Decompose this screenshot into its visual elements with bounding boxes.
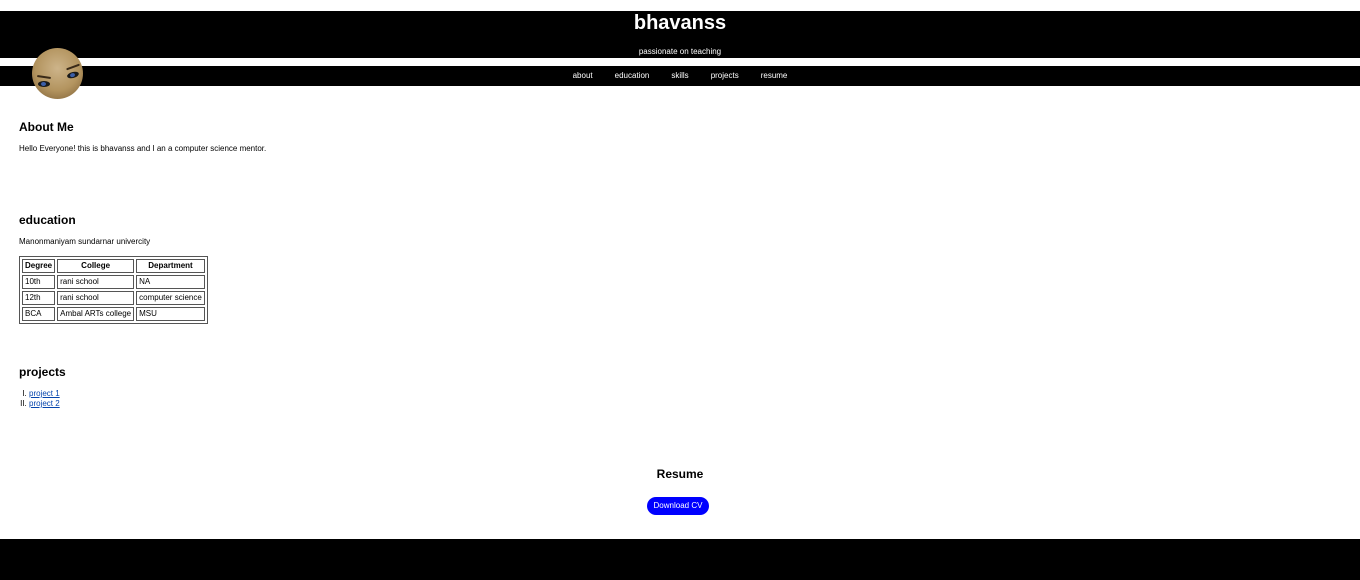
about-text: Hello Everyone! this is bhavanss and I a… bbox=[19, 144, 267, 153]
table-cell: NA bbox=[136, 275, 205, 289]
site-header: bhavanss passionate on teaching bbox=[0, 11, 1360, 58]
nav-link-education[interactable]: education bbox=[615, 66, 650, 86]
project-2-link[interactable]: project 2 bbox=[29, 399, 60, 408]
list-item: project 1 bbox=[29, 389, 60, 399]
table-header-degree: Degree bbox=[22, 259, 56, 273]
table-header-college: College bbox=[57, 259, 135, 273]
avatar-brow-left bbox=[36, 75, 52, 79]
site-title: bhavanss bbox=[633, 12, 727, 34]
navbar: about education skills projects resume bbox=[0, 66, 1360, 86]
table-cell: 12th bbox=[22, 291, 56, 305]
table-header-department: Department bbox=[136, 259, 205, 273]
table-cell: Ambal ARTs college bbox=[57, 307, 135, 321]
table-header-row: Degree College Department bbox=[22, 259, 205, 273]
list-item: project 2 bbox=[29, 399, 60, 409]
projects-heading: projects bbox=[19, 365, 66, 379]
table-cell: rani school bbox=[57, 275, 135, 289]
download-cv-button[interactable]: Download CV bbox=[647, 497, 709, 515]
table-cell: rani school bbox=[57, 291, 135, 305]
avatar-eye-left bbox=[38, 81, 50, 87]
education-heading: education bbox=[19, 213, 76, 227]
university-name: Manonmaniyam sundarnar univercity bbox=[19, 237, 151, 246]
project-1-link[interactable]: project 1 bbox=[29, 389, 60, 398]
table-cell: BCA bbox=[22, 307, 56, 321]
table-row: 12th rani school computer science bbox=[22, 291, 205, 305]
projects-list: project 1 project 2 bbox=[19, 389, 60, 409]
table-cell: computer science bbox=[136, 291, 205, 305]
table-row: BCA Ambal ARTs college MSU bbox=[22, 307, 205, 321]
table-cell: MSU bbox=[136, 307, 205, 321]
education-table: Degree College Department 10th rani scho… bbox=[19, 256, 208, 324]
nav-link-about[interactable]: about bbox=[573, 66, 593, 86]
table-cell: 10th bbox=[22, 275, 56, 289]
footer bbox=[0, 539, 1360, 580]
nav-link-skills[interactable]: skills bbox=[671, 66, 688, 86]
nav-link-resume[interactable]: resume bbox=[761, 66, 788, 86]
about-heading: About Me bbox=[19, 120, 74, 134]
nav-links: about education skills projects resume bbox=[0, 66, 1360, 86]
nav-link-projects[interactable]: projects bbox=[711, 66, 739, 86]
avatar-brow-right bbox=[66, 63, 80, 71]
avatar bbox=[32, 48, 83, 99]
site-tagline: passionate on teaching bbox=[638, 47, 722, 56]
resume-heading: Resume bbox=[656, 467, 704, 481]
avatar-eye-right bbox=[66, 70, 80, 80]
table-row: 10th rani school NA bbox=[22, 275, 205, 289]
